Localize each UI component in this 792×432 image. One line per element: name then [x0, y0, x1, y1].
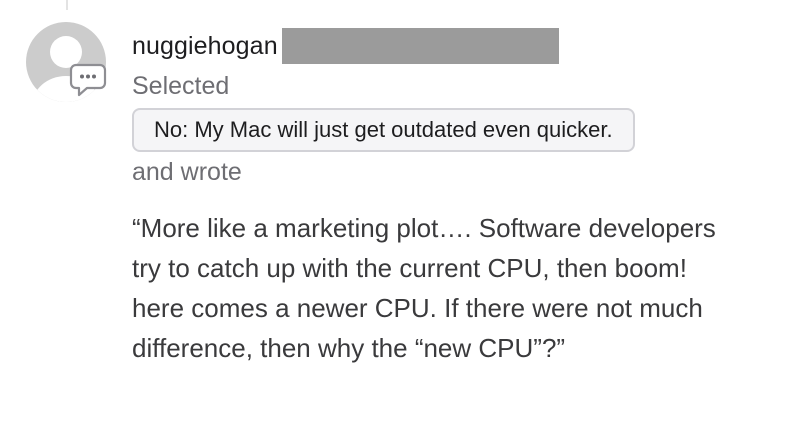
selected-label: Selected	[132, 72, 230, 100]
comment-content: nuggiehogan Selected No: My Mac will jus…	[132, 26, 752, 368]
speech-bubble-icon	[68, 62, 108, 98]
avatar[interactable]	[26, 22, 116, 102]
username-row: nuggiehogan	[132, 26, 752, 66]
and-wrote-label: and wrote	[132, 158, 242, 186]
comment-body: “More like a marketing plot…. Software d…	[132, 213, 716, 363]
thread-connector-line	[66, 0, 68, 10]
redacted-block	[281, 28, 559, 64]
poll-choice-pill: No: My Mac will just get outdated even q…	[132, 108, 635, 152]
username[interactable]: nuggiehogan	[132, 32, 278, 61]
